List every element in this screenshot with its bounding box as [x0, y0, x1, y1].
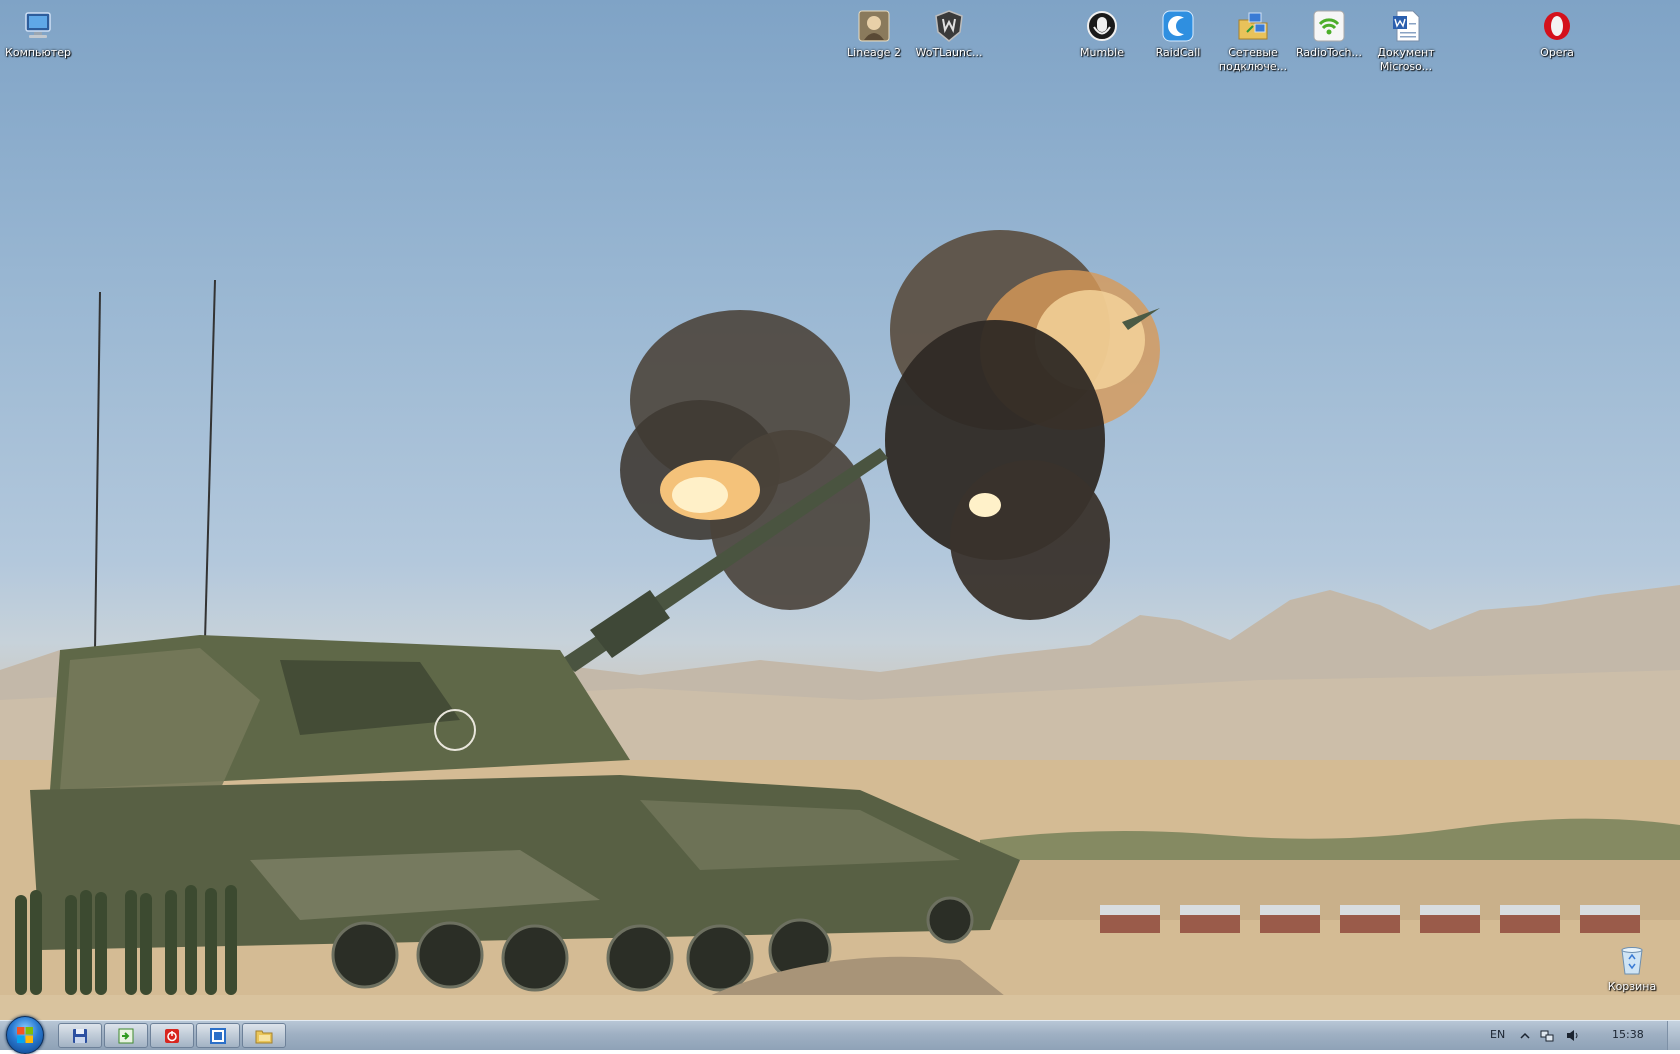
mumble-icon [1084, 8, 1120, 44]
lineage2-icon [856, 8, 892, 44]
desktop-icon-computer[interactable]: Компьютер [0, 4, 78, 60]
show-hidden-icons-chevron[interactable] [1518, 1029, 1532, 1042]
desktop-icon-label: WoTLaunc... [915, 46, 983, 59]
desktop-icon-label: Opera [1540, 46, 1574, 59]
raidcall-icon [1160, 8, 1196, 44]
wallpaper-artillery-scene [0, 230, 1680, 1020]
desktop-icon-word-document[interactable]: Документ Microso... [1366, 4, 1446, 74]
desktop-icon-label: RadioToch... [1296, 46, 1362, 59]
red-power-app-icon [165, 1028, 179, 1043]
desktop-icon-label: Документ Microso... [1377, 46, 1435, 73]
clock[interactable]: 15:38 [1612, 1028, 1644, 1041]
recycle-bin-icon [1614, 942, 1650, 978]
language-indicator[interactable]: EN [1490, 1028, 1505, 1041]
network-icon[interactable] [1540, 1029, 1554, 1042]
computer-icon [20, 8, 56, 44]
desktop-icon-opera[interactable]: Opera [1517, 4, 1597, 60]
desktop-icon-wot-launcher[interactable]: WoTLaunc... [909, 4, 989, 60]
show-desktop-button[interactable] [1667, 1021, 1680, 1050]
taskbar-pinned-red-power[interactable] [150, 1023, 194, 1048]
green-arrow-app-icon [118, 1028, 134, 1043]
taskbar-pinned-green-arrow[interactable] [104, 1023, 148, 1048]
desktop[interactable]: Компьютер Lineage 2 WoTLaunc... Mumble R… [0, 0, 1680, 1020]
taskbar-pinned-explorer[interactable] [242, 1023, 286, 1048]
desktop-icon-label: RaidCall [1155, 46, 1201, 59]
desktop-icon-label: Mumble [1080, 46, 1124, 59]
desktop-icon-lineage2[interactable]: Lineage 2 [834, 4, 914, 60]
desktop-icon-label: Корзина [1607, 980, 1657, 993]
start-button[interactable] [6, 1016, 44, 1054]
radiotochka-icon [1311, 8, 1347, 44]
taskbar-pinned-blue-window[interactable] [196, 1023, 240, 1048]
wot-launcher-icon [931, 8, 967, 44]
explorer-folder-icon [255, 1030, 273, 1043]
word-document-icon [1388, 8, 1424, 44]
desktop-icon-label: Lineage 2 [847, 46, 901, 59]
taskbar: EN 15:38 [0, 1016, 1680, 1054]
desktop-icon-label: Компьютер [5, 46, 71, 59]
desktop-icon-network-connections[interactable]: Сетевые подключе... [1213, 4, 1293, 74]
desktop-icon-mumble[interactable]: Mumble [1062, 4, 1142, 60]
save-disk-icon [73, 1028, 87, 1043]
opera-icon [1539, 8, 1575, 44]
windows-logo-icon [17, 1027, 33, 1043]
desktop-icon-recycle-bin[interactable]: Корзина [1592, 938, 1672, 994]
desktop-icon-label: Сетевые подключе... [1218, 46, 1288, 73]
desktop-icon-raidcall[interactable]: RaidCall [1138, 4, 1218, 60]
network-connections-icon [1235, 8, 1271, 44]
taskbar-pinned-save[interactable] [58, 1023, 102, 1048]
desktop-icon-radiotochka[interactable]: RadioToch... [1289, 4, 1369, 60]
volume-icon[interactable] [1566, 1029, 1580, 1042]
blue-window-app-icon [210, 1027, 226, 1044]
